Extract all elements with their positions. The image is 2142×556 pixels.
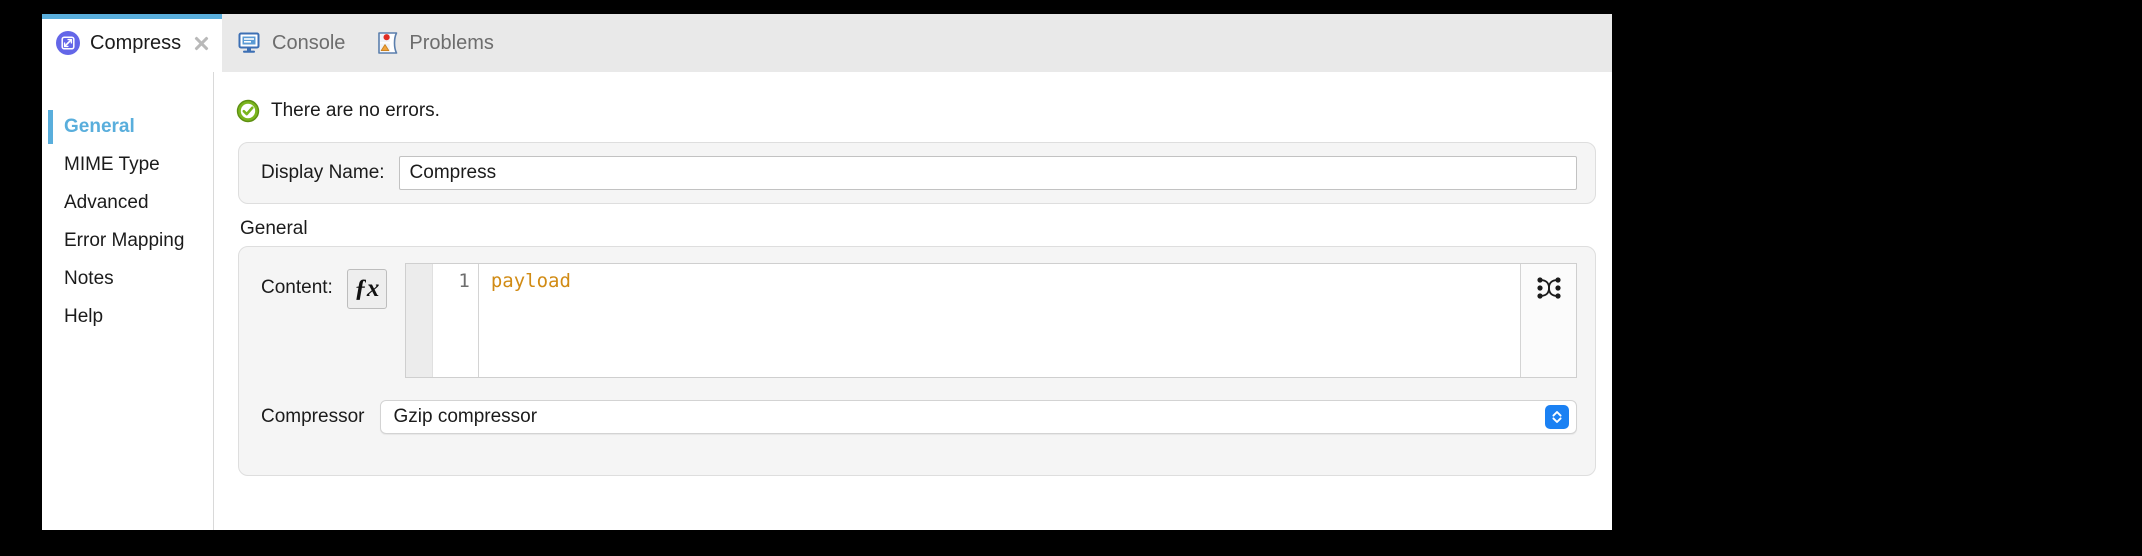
compressor-row: Compressor Gzip compressor (261, 400, 1577, 434)
general-section-title: General (240, 218, 308, 239)
status-text: There are no errors. (271, 100, 440, 121)
tab-compress[interactable]: Compress (42, 14, 222, 72)
content-area: There are no errors. Display Name: Compr… (214, 72, 1612, 530)
status-message: There are no errors. (214, 72, 1612, 128)
editor-code-text[interactable]: payload (479, 264, 1520, 377)
tab-console-label: Console (272, 31, 346, 54)
active-tab-accent-bar (42, 14, 222, 19)
console-icon (238, 32, 262, 54)
tab-compress-label: Compress (90, 31, 182, 54)
close-icon[interactable] (193, 35, 210, 52)
sidebar-item-help-label: Help (64, 306, 104, 327)
content-code-editor[interactable]: 1 payload (404, 263, 1577, 378)
display-name-label: Display Name: (261, 162, 385, 183)
sidebar-item-error-mapping[interactable]: Error Mapping (42, 222, 213, 260)
sidebar-item-notes-label: Notes (64, 268, 114, 289)
compressor-select[interactable]: Gzip compressor (380, 400, 1577, 434)
fx-button[interactable]: ƒx (346, 269, 387, 309)
chevron-updown-icon[interactable] (1545, 405, 1569, 429)
dataweave-icon[interactable] (1534, 274, 1564, 302)
sidebar-item-advanced-label: Advanced (64, 192, 149, 213)
display-name-input[interactable]: Compress (398, 156, 1577, 190)
display-name-value: Compress (409, 162, 497, 183)
sidebar-item-general-label: General (64, 116, 135, 137)
sidebar-item-error-mapping-label: Error Mapping (64, 230, 185, 251)
editor-line-number: 1 (432, 264, 479, 377)
compressor-select-value: Gzip compressor (393, 406, 538, 427)
app-window: Compress Console Problems General MIME T… (42, 14, 1612, 530)
sidebar-item-notes[interactable]: Notes (42, 260, 213, 298)
tab-bar: Compress Console Problems (42, 14, 1612, 72)
problems-icon (377, 31, 399, 55)
sidebar-item-help[interactable]: Help (42, 298, 213, 336)
check-circle-icon (236, 99, 260, 123)
sidebar-selection-bar (48, 110, 53, 144)
display-name-panel: Display Name: Compress (238, 142, 1596, 204)
sidebar-item-mime-type-label: MIME Type (64, 154, 160, 175)
tab-console[interactable]: Console (222, 14, 361, 72)
sidebar-item-mime-type[interactable]: MIME Type (42, 146, 213, 184)
compressor-label: Compressor (261, 406, 365, 427)
compress-icon (56, 31, 80, 55)
screen: Compress Console Problems General MIME T… (0, 0, 2142, 556)
content-row: Content: ƒx 1 payload (261, 263, 1577, 378)
window-body: General MIME Type Advanced Error Mapping… (42, 72, 1612, 530)
sidebar-item-advanced[interactable]: Advanced (42, 184, 213, 222)
editor-marker-strip (405, 264, 433, 377)
tab-problems[interactable]: Problems (361, 14, 509, 72)
tab-problems-label: Problems (409, 31, 494, 54)
editor-tools (1520, 264, 1576, 377)
sidebar: General MIME Type Advanced Error Mapping… (42, 72, 214, 530)
general-section-panel: Content: ƒx 1 payload Compressor Gzip co… (238, 246, 1596, 476)
content-label: Content: (261, 277, 333, 298)
sidebar-item-general[interactable]: General (42, 108, 213, 146)
